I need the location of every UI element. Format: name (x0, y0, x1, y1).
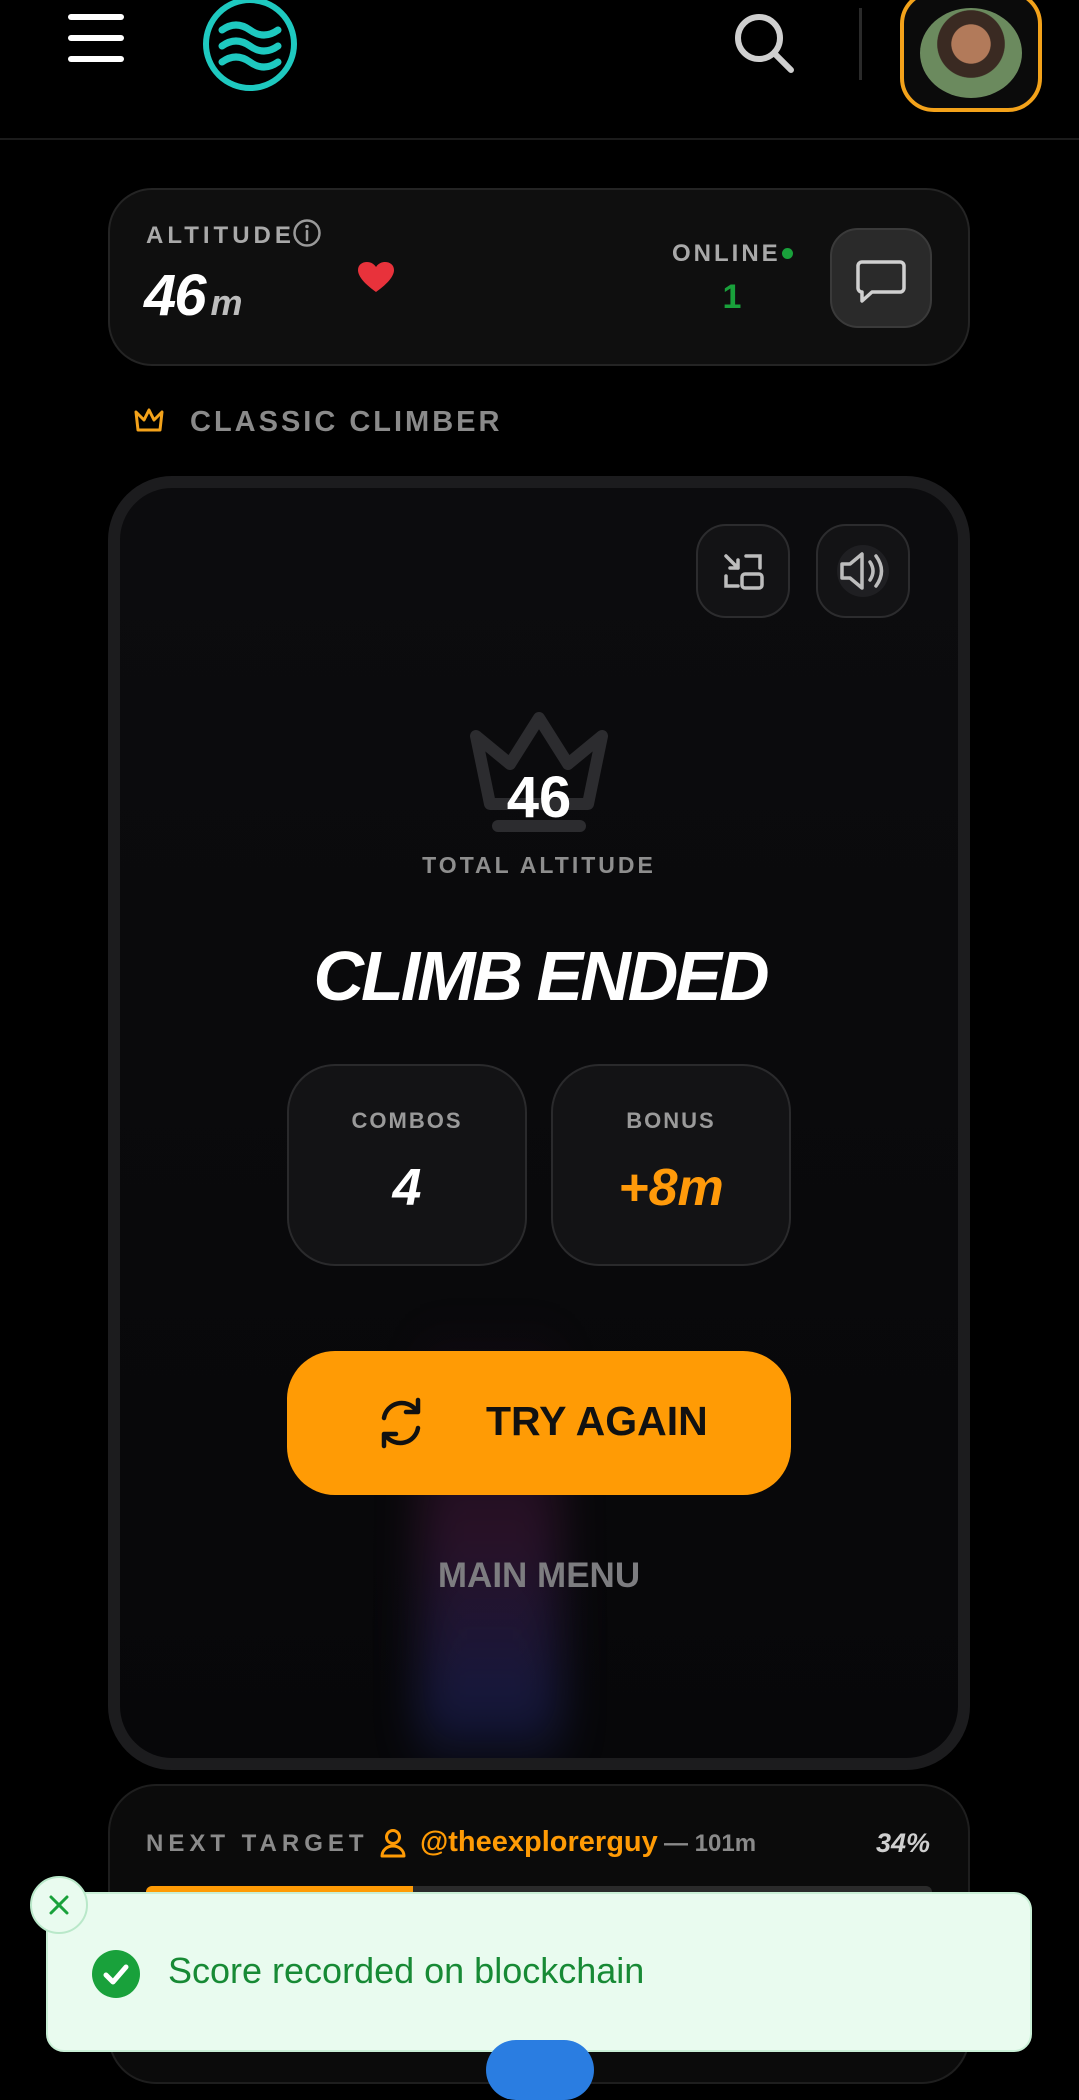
toast-close-button[interactable] (30, 1876, 88, 1934)
combos-label: COMBOS (351, 1108, 463, 1133)
altitude-unit: m (210, 282, 243, 323)
altitude-number: 46 (144, 263, 206, 328)
check-circle-icon (92, 1950, 140, 1998)
crown-icon (134, 406, 164, 434)
sound-toggle-button[interactable] (816, 524, 910, 618)
search-icon[interactable] (733, 12, 795, 74)
bonus-label: BONUS (626, 1108, 716, 1133)
online-count: 1 (722, 278, 742, 316)
target-username[interactable]: @theexplorerguy (420, 1826, 658, 1859)
bonus-stat: BONUS +8m (551, 1064, 791, 1266)
speaker-icon (837, 545, 889, 597)
header-divider (859, 8, 862, 80)
avatar-photo (920, 8, 1022, 98)
exit-fullscreen-button[interactable] (696, 524, 790, 618)
next-target-label: NEXT TARGET (146, 1830, 369, 1857)
try-again-label[interactable]: TRY AGAIN (486, 1398, 708, 1445)
close-icon (49, 1895, 69, 1915)
combos-stat: COMBOS 4 (287, 1064, 527, 1266)
game-over-title: CLIMB ENDED (313, 937, 769, 1015)
info-icon[interactable] (292, 218, 322, 248)
target-progress-percent: 34% (876, 1828, 931, 1858)
user-avatar[interactable] (900, 0, 1042, 112)
target-distance: — 101m (664, 1830, 757, 1857)
bonus-value: +8m (618, 1159, 724, 1217)
total-altitude-value: 46 (506, 765, 572, 830)
hamburger-icon[interactable] (68, 14, 124, 62)
altitude-label: ALTITUDE (146, 222, 295, 249)
game-mode-label: CLASSIC CLIMBER (190, 406, 503, 438)
chat-icon (856, 260, 906, 303)
main-menu-link[interactable]: MAIN MENU (387, 1556, 691, 1596)
exit-fullscreen-icon (724, 554, 764, 590)
online-status-dot (782, 248, 793, 259)
toast-message: Score recorded on blockchain (168, 1950, 645, 1991)
refresh-icon (376, 1396, 426, 1450)
altitude-value: 46 m (144, 262, 243, 329)
chat-button[interactable] (830, 228, 932, 328)
waves-logo-icon[interactable] (202, 0, 298, 92)
total-altitude-label: TOTAL ALTITUDE (422, 852, 656, 878)
online-label: ONLINE (672, 240, 781, 267)
user-icon (380, 1828, 406, 1858)
heart-icon (358, 262, 394, 294)
combos-value: 4 (392, 1159, 422, 1217)
bottom-nav-button[interactable] (486, 2040, 594, 2100)
